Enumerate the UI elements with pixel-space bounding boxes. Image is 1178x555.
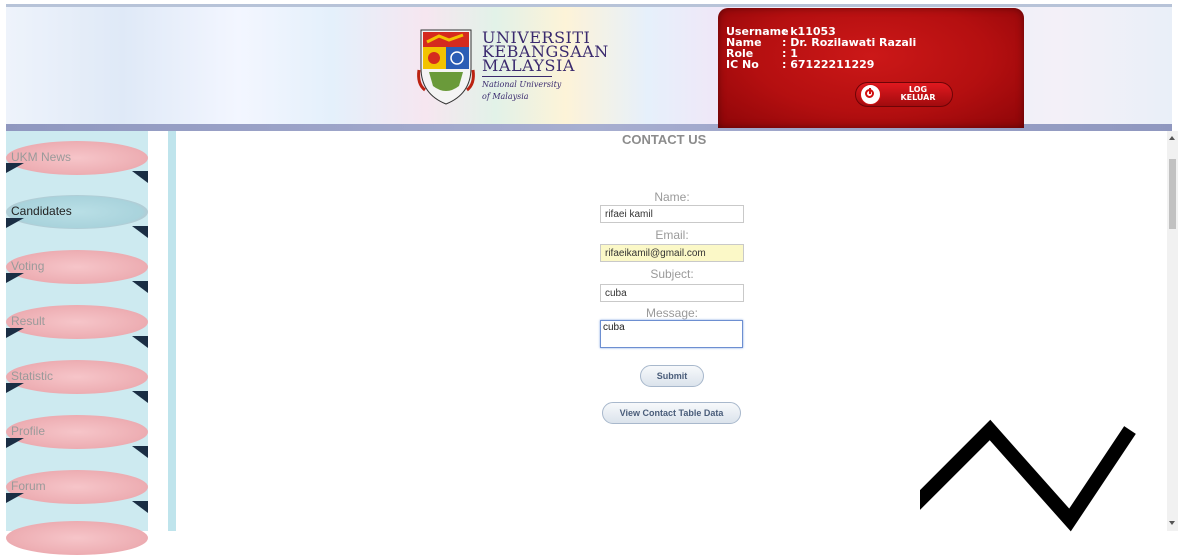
sidebar-item-result[interactable]: Result — [6, 299, 148, 345]
nav-pill-partial — [6, 521, 148, 555]
name-label: Name: — [654, 190, 690, 204]
sidebar-item-label: Profile — [11, 424, 46, 438]
page-title: CONTACT US — [622, 132, 707, 147]
sidebar-item-label: Result — [11, 314, 46, 328]
sidebar-item-forum[interactable]: Forum — [6, 464, 148, 510]
nav-corner-decoration — [6, 218, 24, 228]
sidebar-item-label: UKM News — [11, 150, 72, 164]
nav-corner-decoration — [6, 383, 24, 393]
name-input[interactable] — [600, 205, 744, 223]
university-crest-icon — [417, 29, 475, 105]
nav-corner-decoration — [6, 328, 24, 338]
nav-corner-decoration — [132, 446, 148, 458]
sidebar-item-candidates[interactable]: Candidates — [6, 189, 148, 235]
ic-value: : 67122211229 — [782, 58, 875, 71]
name-value: : Dr. Rozilawati Razali — [782, 36, 917, 49]
sidebar-item-statistic[interactable]: Statistic — [6, 354, 148, 400]
scroll-thumb[interactable] — [1169, 159, 1176, 229]
nav-corner-decoration — [6, 273, 24, 283]
logout-line-2: KELUAR — [900, 93, 936, 102]
logout-button[interactable]: LOG KELUAR — [855, 82, 953, 107]
nav-corner-decoration — [132, 336, 148, 348]
name-row: Name : Dr. Rozilawati Razali — [726, 37, 916, 48]
sidebar-item-label: Forum — [11, 479, 46, 493]
sidebar-item-label: Candidates — [11, 204, 72, 218]
sidebar-nav: UKM News Candidates Voting Result Statis… — [6, 131, 148, 555]
nav-corner-decoration — [6, 438, 24, 448]
message-textarea[interactable]: cuba — [600, 320, 743, 348]
sidebar-item-profile[interactable]: Profile — [6, 409, 148, 455]
watermark-graphic — [920, 419, 1136, 532]
sidebar-item-voting[interactable]: Voting — [6, 244, 148, 290]
nav-corner-decoration — [6, 163, 24, 173]
power-icon — [860, 84, 881, 105]
subject-label: Subject: — [650, 267, 694, 281]
scroll-up-arrow-icon[interactable] — [1169, 136, 1175, 140]
nav-corner-decoration — [132, 391, 148, 403]
ic-row: IC No : 67122211229 — [726, 59, 916, 70]
ukm-logo: UNIVERSITI KEBANGSAAN MALAYSIA National … — [415, 24, 608, 109]
nav-corner-decoration — [132, 171, 148, 183]
logo-tagline-1: National University — [482, 80, 562, 89]
logo-tagline-2: of Malaysia — [482, 92, 529, 101]
user-info-panel: Username : k11053 Name : Dr. Rozilawati … — [718, 8, 1024, 128]
logo-rule — [482, 76, 552, 77]
sidebar-gap — [148, 131, 168, 531]
logout-label: LOG KELUAR — [898, 86, 938, 102]
nav-corner-decoration — [6, 493, 24, 503]
sidebar-item-ukm-news[interactable]: UKM News — [6, 135, 148, 181]
subject-input[interactable] — [600, 284, 744, 302]
nav-corner-decoration — [132, 281, 148, 293]
logo-line-3: MALAYSIA — [482, 56, 575, 75]
submit-button[interactable]: Submit — [640, 365, 704, 387]
email-input[interactable] — [600, 244, 744, 262]
nav-corner-decoration — [132, 226, 148, 238]
sidebar-item-label: Voting — [11, 259, 45, 273]
view-contact-table-button[interactable]: View Contact Table Data — [602, 402, 741, 424]
message-label: Message: — [645, 306, 699, 320]
email-label: Email: — [655, 228, 689, 242]
sidebar-item-label: Statistic — [11, 369, 54, 383]
ic-label: IC No — [726, 58, 759, 71]
sidebar-rail — [168, 131, 176, 531]
university-name: UNIVERSITI KEBANGSAAN MALAYSIA National … — [482, 30, 609, 101]
nav-corner-decoration — [132, 501, 148, 513]
